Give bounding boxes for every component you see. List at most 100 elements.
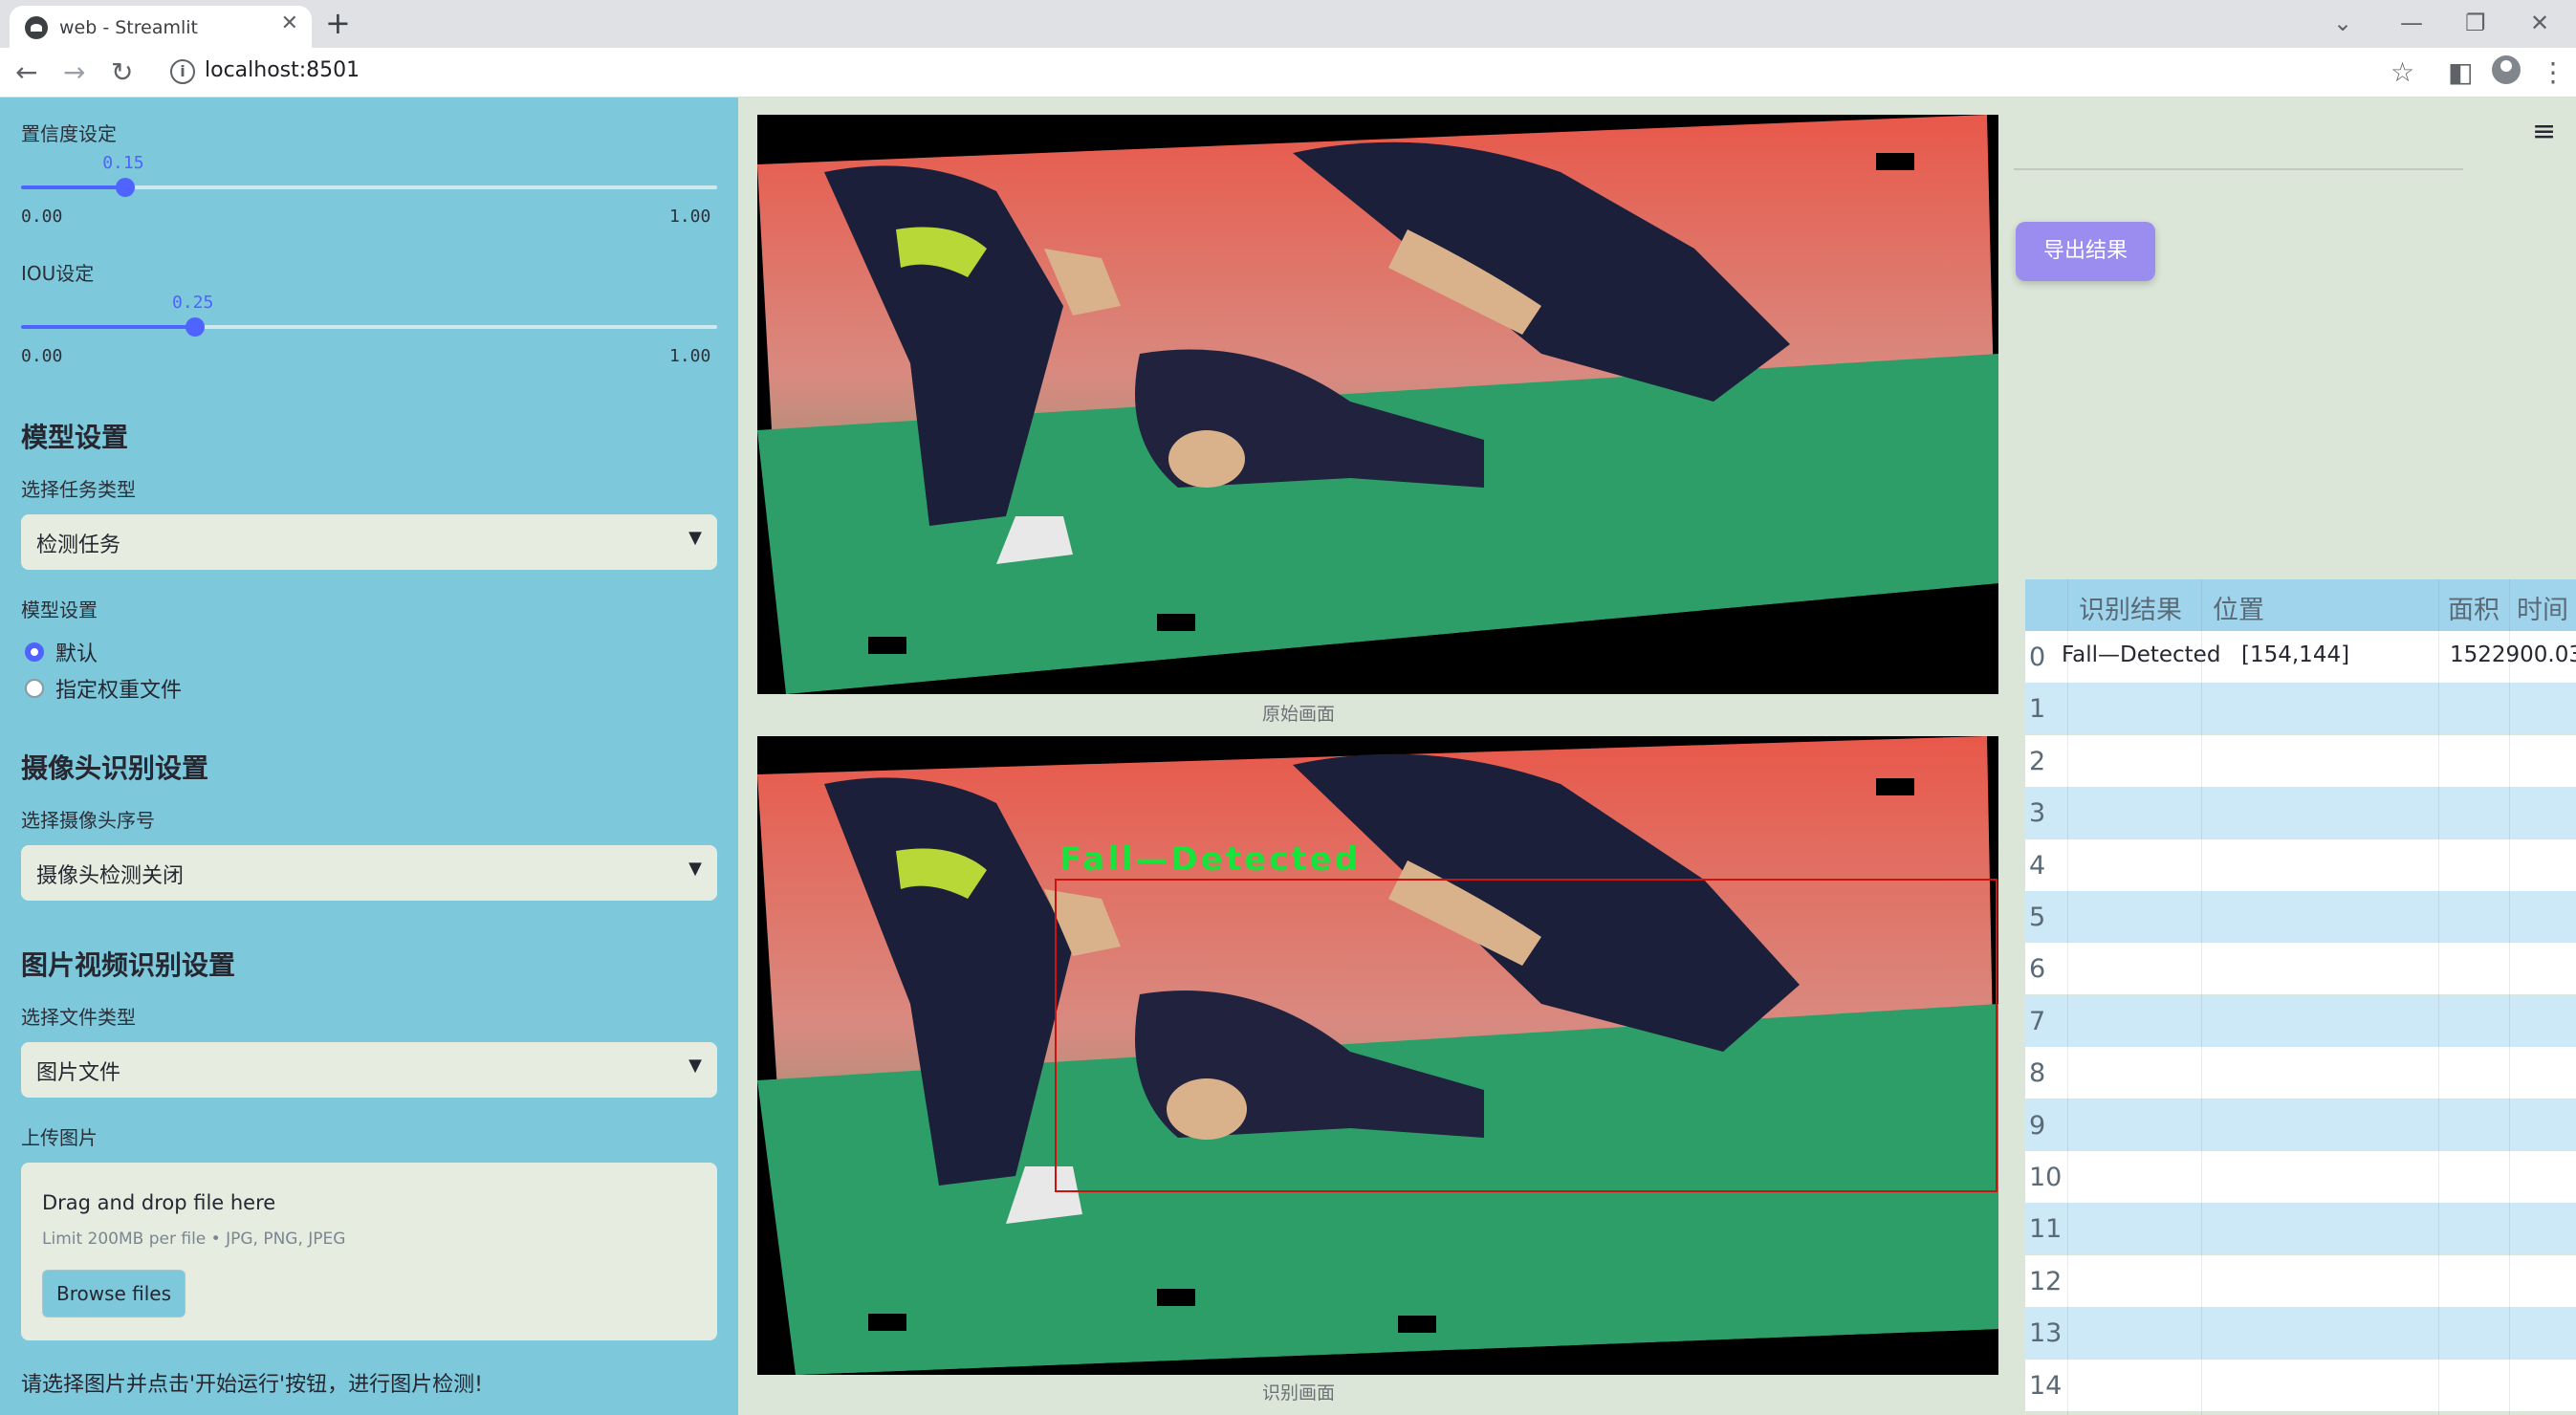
window-close-icon[interactable]: ✕ [2530,6,2549,40]
confidence-slider-fill [21,185,126,189]
results-table-header: 识别结果 位置 面积 时间 [2025,579,2576,631]
table-row[interactable]: 1 [2025,683,2576,735]
table-row[interactable]: 12 [2025,1254,2576,1307]
streamlit-favicon-icon [25,16,48,39]
task-type-label: 选择任务类型 [21,478,136,501]
task-type-value: 检测任务 [36,533,121,557]
table-row[interactable]: 3 [2025,787,2576,839]
back-arrow-icon[interactable]: ← [15,55,37,90]
file-type-select[interactable]: 图片文件 ▼ [21,1042,717,1098]
column-divider [2438,579,2439,1415]
iou-label: IOU设定 [21,262,95,285]
confidence-value: 0.15 [102,153,144,173]
camera-index-value: 摄像头检测关闭 [36,864,185,888]
table-row[interactable]: 5 [2025,891,2576,943]
row-index: 6 [2029,954,2046,985]
kebab-menu-icon[interactable]: ⋮ [2540,55,2566,90]
file-type-label: 选择文件类型 [21,1006,136,1029]
confidence-max: 1.00 [669,207,711,227]
table-row[interactable]: 8 [2025,1047,2576,1099]
row-index: 1 [2029,694,2046,725]
result-caption: 识别画面 [1262,1382,1336,1404]
browse-files-button[interactable]: Browse files [42,1270,186,1317]
iou-max: 1.00 [669,346,711,366]
row-index: 0 [2029,642,2046,672]
dropzone-limit: Limit 200MB per file • JPG, PNG, JPEG [42,1230,346,1249]
table-row[interactable]: 13 [2025,1307,2576,1360]
cell-area: 1522900.03 [2450,642,2576,667]
minimize-icon[interactable]: — [2400,6,2423,40]
file-dropzone[interactable]: Drag and drop file here Limit 200MB per … [21,1163,717,1340]
table-row[interactable]: 11 [2025,1203,2576,1255]
cell-position: [154,144] [2241,642,2350,667]
radio-custom-weights-label[interactable]: 指定权重文件 [55,673,182,704]
file-type-value: 图片文件 [36,1061,121,1085]
table-row[interactable]: 4 [2025,838,2576,891]
camera-index-label: 选择摄像头序号 [21,809,155,832]
divider [2014,168,2463,170]
url-field[interactable]: localhost:8501 [205,58,360,82]
chevron-down-icon: ▼ [688,1056,702,1076]
column-header-time[interactable]: 时间 [2517,589,2568,626]
radio-default[interactable] [25,642,44,662]
confidence-min: 0.00 [21,207,63,227]
forward-arrow-icon[interactable]: → [63,55,85,90]
iou-slider[interactable] [21,317,717,337]
reload-icon[interactable]: ↻ [111,55,133,90]
radio-custom-weights[interactable] [25,679,44,698]
table-row[interactable]: 10 [2025,1151,2576,1203]
model-label: 模型设置 [21,599,98,621]
tab-close-icon[interactable]: ✕ [281,11,298,35]
confidence-slider-thumb[interactable] [116,178,136,197]
column-header-result[interactable]: 识别结果 [2079,589,2182,626]
sidebar: 置信度设定 0.15 0.00 1.00 IOU设定 0.25 0.00 1.0… [0,98,738,1415]
column-header-position[interactable]: 位置 [2213,589,2264,626]
column-divider [2509,579,2510,1415]
camera-settings-heading: 摄像头识别设置 [21,752,209,784]
new-tab-icon[interactable]: + [325,6,351,40]
cell-result: Fall—Detected [2062,642,2221,667]
row-index: 2 [2029,746,2046,776]
chevron-down-icon: ▼ [688,528,702,548]
original-caption: 原始画面 [1262,704,1336,725]
profile-icon[interactable] [2492,55,2521,84]
table-row[interactable]: 9 [2025,1099,2576,1151]
tab-title: web - Streamlit [59,17,198,38]
task-type-select[interactable]: 检测任务 ▼ [21,514,717,570]
bookmark-star-icon[interactable]: ☆ [2390,55,2414,90]
column-header-area[interactable]: 面积 [2448,589,2500,626]
model-settings-heading: 模型设置 [21,422,129,453]
table-row[interactable]: 7 [2025,994,2576,1047]
media-settings-heading: 图片视频识别设置 [21,949,236,981]
row-index: 11 [2029,1214,2063,1245]
row-index: 12 [2029,1266,2063,1296]
chevron-down-icon: ▼ [688,859,702,879]
row-index: 13 [2029,1318,2063,1349]
browser-tab-bar: web - Streamlit ✕ + ⌄ — ❐ ✕ [0,0,2576,48]
row-index: 7 [2029,1006,2046,1036]
dropzone-text: Drag and drop file here [42,1191,276,1214]
radio-default-label[interactable]: 默认 [55,637,98,667]
row-index: 3 [2029,798,2046,829]
table-row[interactable]: 0 Fall—Detected [154,144] 1522900.03 [2025,631,2576,683]
info-icon[interactable]: i [170,59,195,84]
camera-index-select[interactable]: 摄像头检测关闭 ▼ [21,845,717,901]
table-row[interactable]: 6 [2025,943,2576,995]
iou-slider-thumb[interactable] [186,317,205,337]
browser-tab[interactable]: web - Streamlit ✕ [10,6,312,48]
export-results-button[interactable]: 导出结果 [2016,222,2155,281]
confidence-slider[interactable] [21,178,717,197]
confidence-label: 置信度设定 [21,122,117,145]
hamburger-menu-icon[interactable]: ≡ [2532,115,2556,148]
restore-icon[interactable]: ❐ [2465,6,2486,40]
table-row[interactable]: 2 [2025,734,2576,787]
original-image [757,115,1998,694]
results-table: 识别结果 位置 面积 时间 0 Fall—Detected [154,144] 152… [2025,579,2576,1415]
table-row[interactable]: 14 [2025,1359,2576,1411]
column-divider [2067,579,2068,1415]
side-panel-icon[interactable]: ◧ [2448,55,2473,90]
tab-search-chevron-icon[interactable]: ⌄ [2333,6,2352,40]
result-image: Fall—Detected [757,736,1998,1375]
column-divider [2201,579,2202,1415]
iou-slider-fill [21,325,195,329]
